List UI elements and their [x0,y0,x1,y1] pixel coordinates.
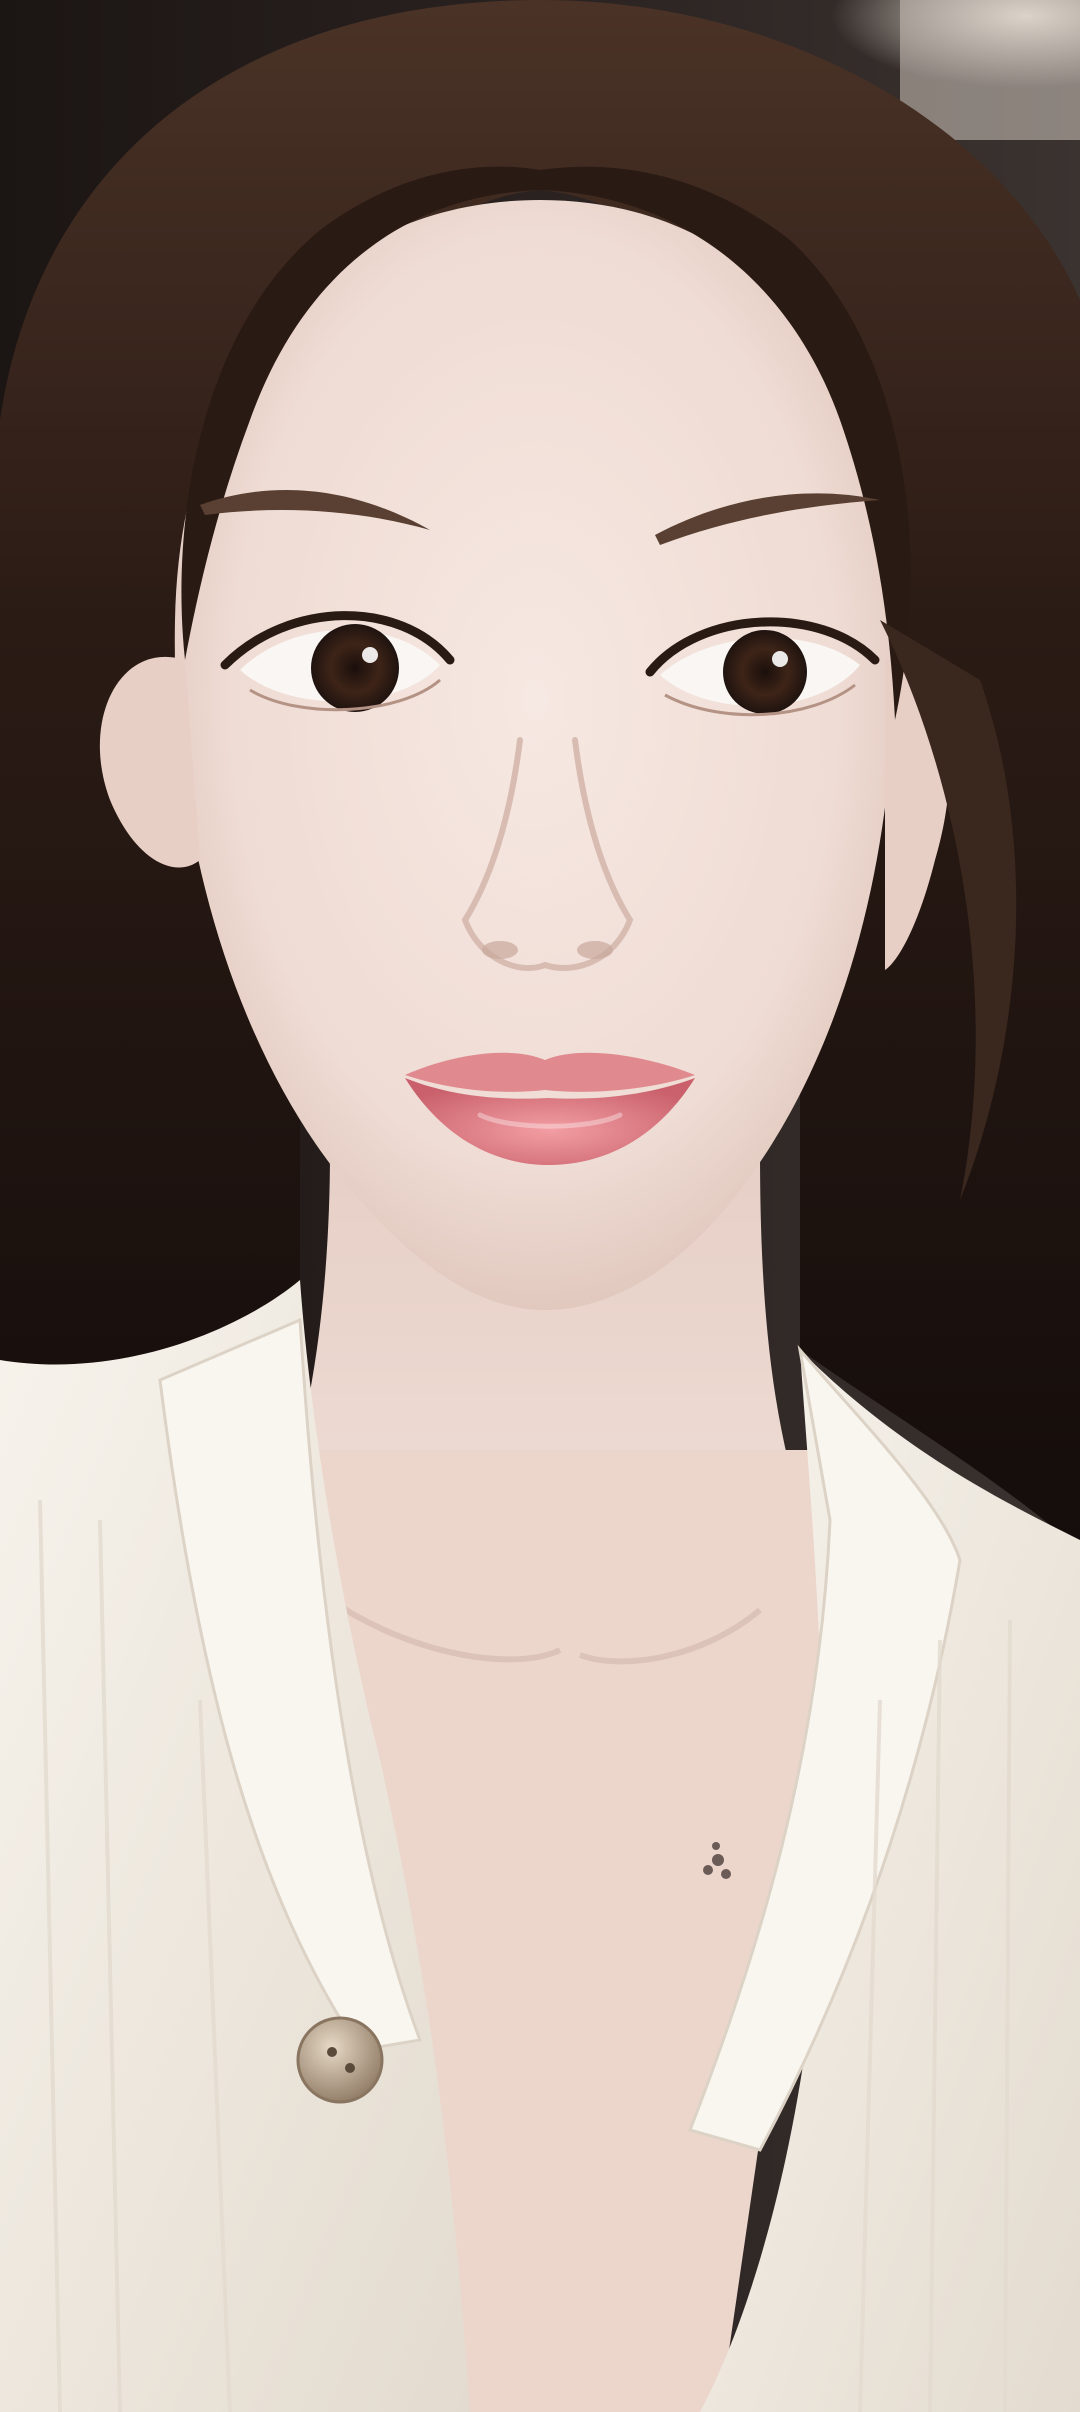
photo-frame [0,0,1080,2412]
portrait-photo [0,0,1080,2412]
blouse-button [296,2016,384,2104]
